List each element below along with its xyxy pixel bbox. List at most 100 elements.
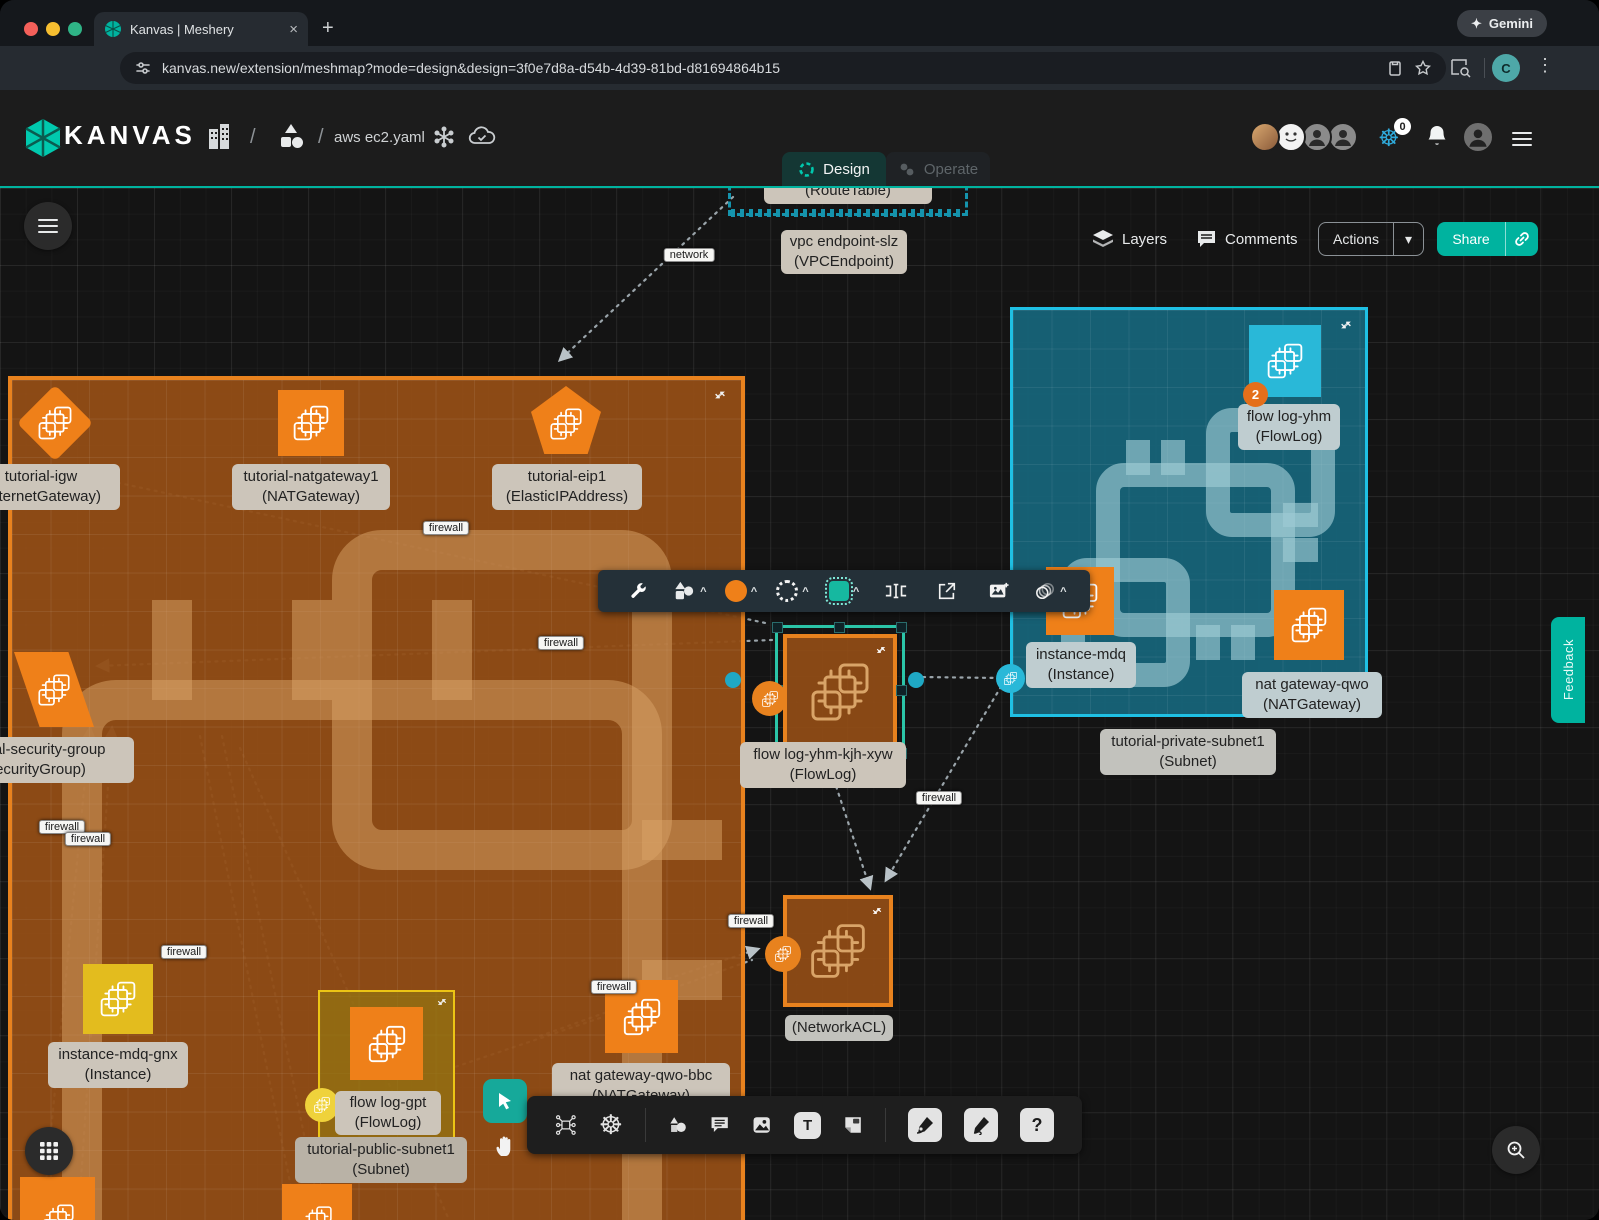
gemini-button[interactable]: ✦ Gemini <box>1457 10 1547 37</box>
design-file-name[interactable]: aws ec2.yaml <box>334 129 425 146</box>
cloud-sync-icon[interactable] <box>468 124 496 150</box>
collaborator-avatar-2[interactable] <box>1276 122 1306 152</box>
flowlog-gpt-port-badge[interactable] <box>305 1088 339 1122</box>
meshmap-components-icon[interactable] <box>555 1111 577 1139</box>
border-style-picker[interactable]: ^ <box>767 580 819 602</box>
node-elastic-ip[interactable] <box>531 386 601 454</box>
traffic-minimize-button[interactable] <box>46 22 60 36</box>
resize-icon[interactable] <box>713 388 727 402</box>
configure-tool[interactable] <box>612 581 664 601</box>
comments-button[interactable]: Comments <box>1196 222 1298 256</box>
bookmark-star-icon[interactable] <box>1414 59 1432 77</box>
feedback-tab[interactable]: Feedback <box>1551 617 1585 723</box>
resize-icon[interactable] <box>1339 318 1353 332</box>
actions-caret[interactable]: ▾ <box>1393 223 1423 255</box>
edge-label-firewall: firewall <box>423 521 469 535</box>
note-tool-icon[interactable] <box>843 1113 863 1137</box>
node-label-vpc-endpoint[interactable]: vpc endpoint-slz(VPCEndpoint) <box>781 230 907 274</box>
kubernetes-tool-icon[interactable]: ☸ <box>599 1112 623 1139</box>
reading-mode-icon[interactable] <box>1450 58 1472 78</box>
zoom-button[interactable] <box>1492 1126 1540 1174</box>
rename-tool[interactable] <box>870 582 922 600</box>
tab-operate[interactable]: Operate <box>886 152 990 186</box>
actions-button[interactable]: Actions ▾ <box>1318 222 1424 256</box>
browser-profile-avatar[interactable]: C <box>1492 54 1520 82</box>
edge-endpoint-dot[interactable] <box>725 672 741 688</box>
open-source-tool[interactable] <box>921 581 973 601</box>
selection-handle[interactable] <box>772 622 783 633</box>
browser-tab[interactable]: Kanvas | Meshery × <box>94 12 308 46</box>
site-settings-icon[interactable] <box>134 59 152 77</box>
node-security-group[interactable] <box>14 652 94 727</box>
selection-handle[interactable] <box>896 685 907 696</box>
user-avatar[interactable] <box>1462 121 1494 153</box>
fill-color-picker[interactable]: ^ <box>715 580 767 602</box>
node-flowlog-kjh-selected[interactable] <box>783 634 897 749</box>
selection-handle[interactable] <box>896 622 907 633</box>
subnet-port-badge[interactable] <box>996 664 1025 693</box>
node-flowlog-gpt[interactable] <box>350 1007 423 1080</box>
design-canvas[interactable]: (RouteTable) vpc endpoint-slz(VPCEndpoin… <box>0 186 1599 1220</box>
new-tab-button[interactable]: + <box>322 18 334 38</box>
share-button[interactable]: Share <box>1437 222 1538 256</box>
text-tool-button[interactable]: T <box>794 1112 821 1139</box>
freehand-tool-button[interactable] <box>964 1108 998 1142</box>
organization-icon[interactable] <box>206 123 232 151</box>
resize-icon[interactable] <box>436 996 448 1008</box>
collaborator-avatar-4[interactable] <box>1328 122 1358 152</box>
share-label[interactable]: Share <box>1437 222 1505 256</box>
save-icon[interactable] <box>1386 59 1404 77</box>
traffic-close-button[interactable] <box>24 22 38 36</box>
tab-design[interactable]: Design <box>782 152 886 186</box>
share-link-icon[interactable] <box>1505 222 1538 256</box>
selection-handle[interactable] <box>834 622 845 633</box>
traffic-zoom-button[interactable] <box>68 22 82 36</box>
flowlog-kjh-port-badge[interactable] <box>752 681 787 716</box>
node-partial-bottom-2[interactable] <box>282 1184 352 1220</box>
pan-tool-button[interactable] <box>483 1123 527 1169</box>
select-tool-button[interactable] <box>483 1079 527 1123</box>
image-tool-icon[interactable] <box>752 1113 772 1137</box>
add-image-tool[interactable] <box>973 581 1025 601</box>
node-partial-bottom-1[interactable] <box>20 1177 95 1220</box>
circles-stack-icon <box>1034 581 1056 601</box>
help-button[interactable]: ? <box>1020 1108 1054 1142</box>
collaborator-avatar-3[interactable] <box>1302 122 1332 152</box>
header-menu-icon[interactable] <box>1512 128 1532 150</box>
pen-tool-button[interactable] <box>908 1108 942 1142</box>
shape-picker[interactable]: ^ <box>664 580 716 602</box>
node-instance-gnx[interactable] <box>83 964 153 1034</box>
collaborator-avatar-1[interactable] <box>1250 122 1280 152</box>
text-tool-icon: T <box>803 1117 812 1134</box>
comment-tool-icon[interactable] <box>710 1113 730 1137</box>
flowlog-yhm-count-badge[interactable]: 2 <box>1243 382 1268 407</box>
notifications-bell-icon[interactable] <box>1426 124 1448 148</box>
k8s-context-switcher[interactable]: ☸ 0 <box>1378 122 1408 152</box>
actions-label[interactable]: Actions <box>1319 223 1393 255</box>
design-config-icon[interactable] <box>432 125 456 149</box>
kanvas-wordmark[interactable]: KANVAS <box>64 120 196 151</box>
apps-grid-button[interactable] <box>25 1127 73 1175</box>
browser-menu-icon[interactable]: ⋮ <box>1536 55 1554 76</box>
person-icon <box>1304 124 1330 150</box>
resize-icon[interactable] <box>871 905 883 917</box>
designs-icon[interactable] <box>276 122 306 152</box>
layers-button[interactable]: Layers <box>1092 222 1167 256</box>
url-text[interactable]: kanvas.new/extension/meshmap?mode=design… <box>162 60 1376 76</box>
node-internet-gateway[interactable] <box>22 390 88 456</box>
canvas-menu-button[interactable] <box>24 202 72 250</box>
group-style-picker[interactable]: ^ <box>1025 581 1077 601</box>
body-style-picker[interactable]: ^ <box>818 581 870 601</box>
resize-icon[interactable] <box>875 644 887 656</box>
node-natgw-qwo[interactable] <box>1274 590 1344 660</box>
edge-endpoint-dot[interactable] <box>908 672 924 688</box>
tab-close-icon[interactable]: × <box>289 22 298 37</box>
chip-icon <box>366 1023 408 1065</box>
node-natgateway1[interactable] <box>278 390 344 456</box>
shapes-tool-icon[interactable] <box>668 1113 688 1137</box>
network-acl-port-badge[interactable] <box>765 936 801 972</box>
url-bar[interactable]: kanvas.new/extension/meshmap?mode=design… <box>120 52 1446 84</box>
browser-window: Kanvas | Meshery × + ✦ Gemini ← → ⟳ kanv… <box>0 0 1599 1220</box>
kanvas-logo-icon[interactable] <box>24 118 62 158</box>
node-label-instance-gnx: instance-mdq-gnx(Instance) <box>48 1042 188 1088</box>
